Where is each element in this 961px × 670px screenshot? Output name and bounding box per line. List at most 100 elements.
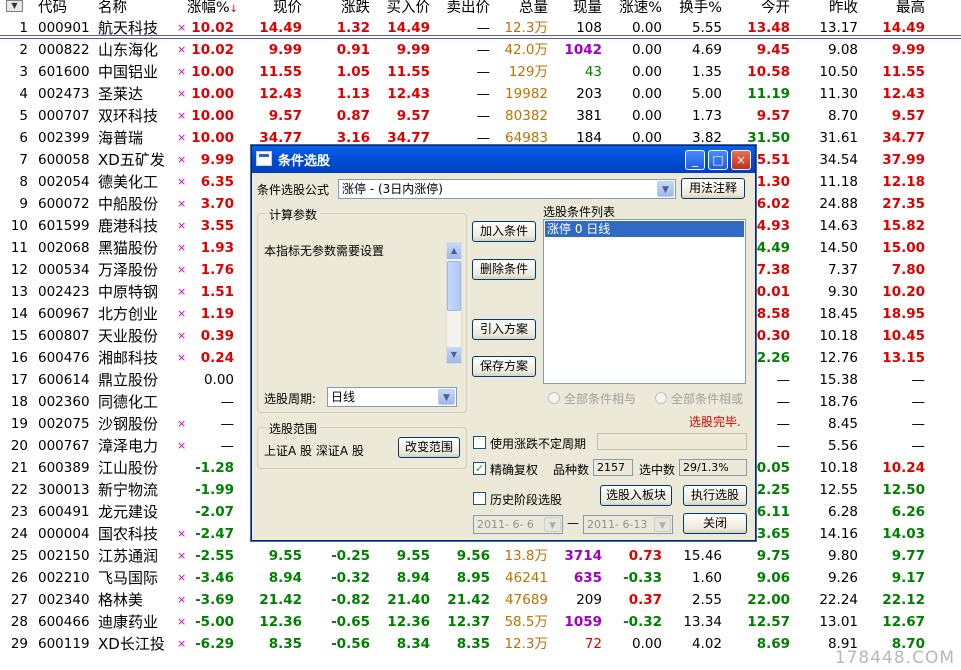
cell-ask: 9.56 — [456, 548, 490, 564]
table-row[interactable]: 3 601600 中国铝业 × 10.00 11.55 1.05 11.55—129万 43 0.… — [0, 61, 961, 83]
radio-or[interactable] — [655, 392, 667, 404]
dropdown-arrow-icon[interactable]: ▼ — [438, 389, 455, 405]
add-to-block-button[interactable]: 选股入板块 — [600, 485, 672, 506]
table-row[interactable]: 27 002340 格林美 × -3.69 21.42 -0.82 21.40 21.42 476… — [0, 589, 961, 611]
params-group-title: 计算参数 — [266, 206, 321, 223]
cell-code: 600058 — [38, 152, 90, 168]
change-range-button[interactable]: 改变范围 — [398, 437, 460, 458]
cell-code: 600491 — [38, 504, 90, 520]
cell-spd: -0.32 — [623, 614, 662, 630]
cell-chg: 10.00 — [191, 64, 234, 80]
close-icon[interactable]: × — [731, 150, 751, 170]
maximize-icon[interactable]: □ — [708, 150, 728, 170]
date-to: 2011- 6-13 — [587, 518, 648, 531]
radio-and[interactable] — [548, 392, 560, 404]
params-group: 计算参数 本指标无参数需要设置 ▲ ▼ 选股周期: 日线 ▼ — [257, 206, 467, 413]
range-group: 选股范围 上证A 股 深证A 股 改变范围 — [257, 420, 467, 469]
cell-code: 002054 — [38, 174, 90, 190]
cell-high: 7.80 — [891, 262, 925, 278]
cell-chg: -6.29 — [195, 636, 234, 652]
cell-chg: 0.24 — [200, 350, 234, 366]
formula-select[interactable]: 涨停 - (3日内涨停) ▼ — [338, 179, 676, 199]
table-row[interactable]: 28 600466 迪康药业 × -5.00 12.36 -0.65 12.36 12.37 58… — [0, 611, 961, 633]
cell-spd: 0.73 — [628, 548, 662, 564]
cell-n: 2 — [19, 42, 28, 58]
cell-prev: 11.30 — [819, 86, 858, 102]
cell-name: 海普瑞 — [98, 129, 144, 147]
dropdown-arrow-icon[interactable]: ▼ — [657, 181, 674, 197]
scroll-down-icon[interactable]: ▼ — [447, 347, 461, 363]
period-label: 选股周期: — [264, 392, 317, 406]
scroll-thumb[interactable] — [447, 261, 461, 311]
cell-turn: 15.46 — [683, 548, 722, 564]
condition-list-item[interactable]: 涨停 0 日线 — [545, 221, 744, 237]
delete-condition-button[interactable]: 删除条件 — [472, 259, 536, 280]
cell-high: — — [911, 416, 926, 432]
header-label: 现价 — [273, 0, 302, 16]
header-label: 今开 — [761, 0, 790, 16]
table-row[interactable]: 29 600119 XD长江投 × -6.29 8.35 -0.56 8.34 8.35 12.3… — [0, 633, 961, 655]
scroll-up-icon[interactable]: ▲ — [447, 243, 461, 259]
cell-spd: 0.00 — [631, 108, 662, 124]
cell-n: 27 — [10, 592, 28, 608]
table-row[interactable]: 4 002473 圣莱达 × 10.00 12.43 1.13 12.43—19982 203 0… — [0, 83, 961, 105]
import-scheme-button[interactable]: 引入方案 — [472, 319, 536, 340]
cell-ask: — — [476, 64, 491, 80]
close-button[interactable]: 关闭 — [683, 513, 747, 534]
sort-arrow-icon: ↓ — [229, 4, 238, 15]
cell-chg: 3.70 — [200, 196, 234, 212]
save-scheme-button[interactable]: 保存方案 — [472, 356, 536, 377]
cell-ask: 12.37 — [447, 614, 490, 630]
cell-name: 江苏通润 — [98, 547, 159, 565]
cell-vol: 46241 — [505, 570, 548, 586]
cell-name: 飞马国际 — [98, 569, 159, 587]
dialog-titlebar[interactable]: 条件选股 _ □ × — [252, 146, 755, 173]
cell-prev: 24.88 — [819, 196, 858, 212]
cell-high: 6.26 — [891, 504, 925, 520]
params-scrollbar[interactable]: ▲ ▼ — [446, 242, 462, 364]
table-row[interactable]: 25 002150 江苏通润 × -2.55 9.55 -0.25 9.55 9.56 13.8万… — [0, 545, 961, 567]
cell-chg: — — [220, 416, 235, 432]
cell-prev: 14.16 — [819, 526, 858, 542]
cell-vol: 12.3万 — [504, 636, 548, 652]
cell-name: 圣莱达 — [98, 85, 144, 103]
table-row[interactable]: 1 000901 航天科技 × 10.02 14.49 1.32 14.49—12.3万 108… — [0, 17, 961, 39]
execute-screen-button[interactable]: 执行选股 — [683, 485, 747, 506]
cell-high: 11.55 — [882, 64, 925, 80]
table-row[interactable]: 26 002210 飞马国际 × -3.46 8.94 -0.32 8.94 8.95 46241… — [0, 567, 961, 589]
cell-ask: 8.95 — [456, 570, 490, 586]
date-to-field: 2011- 6-13 ▼ — [583, 515, 673, 534]
history-checkbox[interactable] — [473, 492, 486, 505]
minimize-icon[interactable]: _ — [685, 150, 705, 170]
condition-list[interactable]: 涨停 0 日线 — [543, 219, 746, 384]
cell-diff: 0.87 — [336, 108, 370, 124]
period-select[interactable]: 日线 ▼ — [327, 387, 457, 407]
cell-high: 12.18 — [882, 174, 925, 190]
sort-menu-button[interactable]: ▼ — [6, 0, 23, 12]
exact-restore-checkbox[interactable]: ✓ — [473, 462, 486, 475]
cell-code: 600807 — [38, 328, 90, 344]
cell-code: 002360 — [38, 394, 90, 410]
cell-code: 000707 — [38, 108, 90, 124]
table-row[interactable]: 5 000707 双环科技 × 10.00 9.57 0.87 9.57—80382 381 0.… — [0, 105, 961, 127]
cell-n: 6 — [19, 130, 28, 146]
cell-high: 15.82 — [882, 218, 925, 234]
cell-turn: 5.00 — [691, 86, 722, 102]
cell-code: 000767 — [38, 438, 90, 454]
use-uncertain-checkbox[interactable] — [473, 436, 486, 449]
usage-notes-button[interactable]: 用法注释 — [681, 178, 745, 199]
dropdown-arrow-icon: ▼ — [544, 517, 561, 532]
add-condition-button[interactable]: 加入条件 — [472, 221, 536, 242]
cell-cur: 72 — [584, 636, 602, 652]
cell-n: 10 — [10, 218, 28, 234]
cell-chg: -2.07 — [195, 504, 234, 520]
table-row[interactable]: 2 000822 山东海化 × 10.02 9.99 0.91 9.99—42.0万 1042 0… — [0, 39, 961, 61]
header-label: 现量 — [573, 0, 602, 16]
use-uncertain-label: 使用涨跌不定周期 — [490, 437, 587, 451]
cell-prev: 14.63 — [819, 218, 858, 234]
species-label: 品种数 — [553, 463, 590, 477]
cell-ask: 21.42 — [447, 592, 490, 608]
cell-chg: 1.76 — [200, 262, 234, 278]
cell-n: 29 — [10, 636, 28, 652]
cell-name: 中原特钢 — [98, 283, 159, 301]
